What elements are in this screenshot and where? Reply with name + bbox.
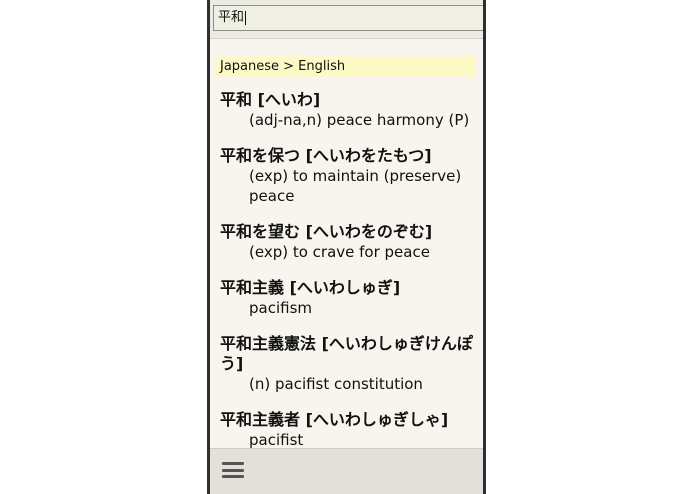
entry-term: 平和主義者 [へいわしゅぎしゃ]: [220, 410, 449, 429]
search-input-text: 平和: [218, 10, 245, 25]
list-item[interactable]: 平和主義憲法 [へいわしゅぎけんぽう] (n) pacifist constit…: [220, 334, 482, 394]
text-caret: [245, 11, 247, 25]
list-item[interactable]: 平和主義 [へいわしゅぎ] pacifism: [220, 278, 482, 318]
entry-term: 平和を望む [へいわをのぞむ]: [220, 222, 433, 241]
entry-definition: pacifist: [249, 431, 304, 449]
bottom-toolbar: [210, 448, 483, 494]
menu-icon-line: [222, 462, 244, 465]
list-item[interactable]: 平和を望む [へいわをのぞむ] (exp) to crave for peace: [220, 222, 482, 262]
list-item[interactable]: 平和主義者 [へいわしゅぎしゃ] pacifist: [220, 410, 482, 450]
language-direction-label[interactable]: Japanese > English: [216, 57, 476, 77]
entry-term: 平和主義 [へいわしゅぎ]: [220, 278, 401, 297]
entry-definition: (exp) to crave for peace: [249, 243, 430, 261]
entry-definition: (exp) to maintain (preserve) peace: [249, 167, 462, 205]
list-item[interactable]: 平和を保つ [へいわをたもつ] (exp) to maintain (prese…: [220, 146, 482, 206]
entry-term: 平和主義憲法 [へいわしゅぎけんぽう]: [220, 334, 473, 373]
menu-icon-line: [222, 468, 244, 472]
entry-definition: (adj-na,n) peace harmony (P): [249, 111, 470, 129]
app-screen: 平和 Japanese > English 平和 [へいわ] (adj-na,n…: [210, 0, 483, 494]
menu-icon-line: [222, 475, 244, 478]
device-frame: 平和 Japanese > English 平和 [へいわ] (adj-na,n…: [207, 0, 486, 494]
entry-term: 平和を保つ [へいわをたもつ]: [220, 146, 432, 165]
entry-definition: pacifism: [249, 299, 313, 317]
entry-term: 平和 [へいわ]: [220, 90, 321, 109]
results-list: 平和 [へいわ] (adj-na,n) peace harmony (P) 平和…: [220, 90, 482, 466]
search-input[interactable]: 平和: [213, 5, 483, 31]
menu-icon[interactable]: [222, 460, 244, 480]
search-bar: 平和: [210, 0, 483, 39]
list-item[interactable]: 平和 [へいわ] (adj-na,n) peace harmony (P): [220, 90, 482, 130]
entry-definition: (n) pacifist constitution: [249, 375, 423, 393]
